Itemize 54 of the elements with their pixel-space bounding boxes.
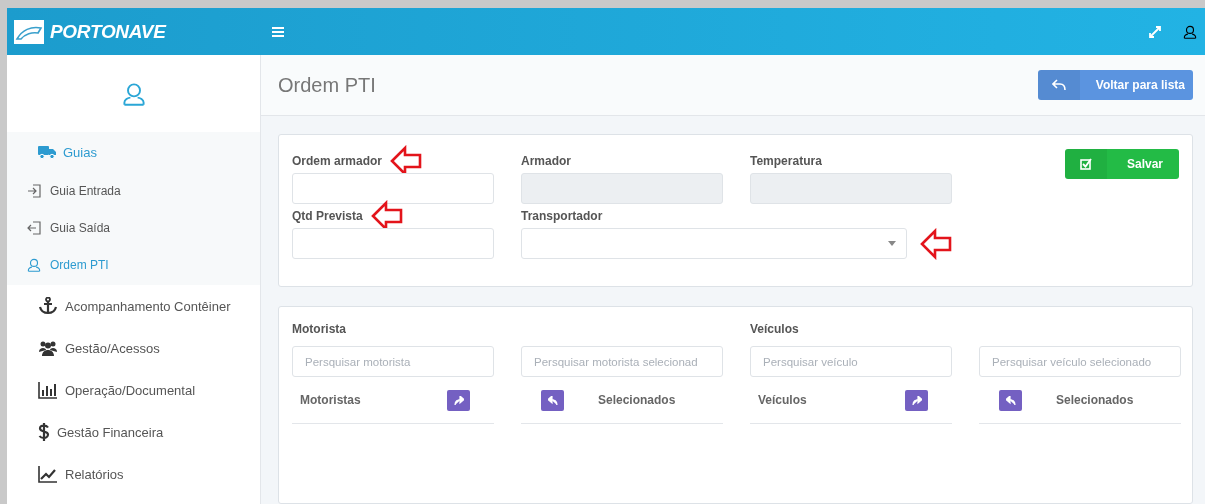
section-label: Motorista (292, 322, 347, 338)
forward-arrow-icon (911, 395, 922, 405)
input-field[interactable] (521, 173, 723, 204)
caret-icon (888, 241, 896, 246)
ship-logo-icon (14, 19, 44, 44)
search-field[interactable]: Persquisar motorista selecionad (521, 346, 723, 377)
login-icon (27, 183, 41, 198)
field-label: Qtd Prevista (292, 209, 363, 223)
user-icon (27, 257, 41, 272)
move-right-button[interactable] (905, 389, 928, 411)
bar-chart-icon (38, 381, 58, 399)
list-heading: Motoristas (300, 393, 361, 407)
sidebar-item[interactable]: Gestão Financeira (7, 411, 260, 453)
list-heading: Selecionados (1056, 393, 1134, 407)
back-arrow-icon (547, 395, 558, 405)
line-chart-icon (38, 465, 58, 483)
field-label: Ordem armador (292, 154, 383, 168)
move-right-button[interactable] (447, 389, 470, 411)
section-label: Veículos (750, 322, 800, 338)
search-field[interactable]: Persquisar motorista (292, 346, 494, 377)
search-field[interactable]: Persquisar veículo selecionado (979, 346, 1181, 377)
submenu-item[interactable]: Guia Entrada (7, 172, 260, 209)
submenu-item[interactable]: Guia Saída (7, 209, 260, 246)
sidebar-item[interactable]: Operação/Documental (7, 369, 260, 411)
sidebar-item[interactable]: Relatórios (7, 453, 260, 495)
truck-icon (38, 145, 56, 159)
input-field[interactable] (292, 228, 494, 259)
field-label: Transportador (521, 209, 603, 223)
input-field[interactable] (292, 173, 494, 204)
user-avatar-icon (121, 81, 146, 106)
search-field[interactable]: Persquisar veículo (750, 346, 952, 377)
checkbox-icon (1079, 158, 1092, 170)
expand-icon (1149, 25, 1161, 38)
dropdown-field[interactable] (521, 228, 907, 259)
menu-icon (272, 26, 284, 37)
forward-arrow-icon (453, 395, 464, 405)
field-label: Temperatura (750, 154, 822, 168)
sidebar-item[interactable]: Acompanhamento Contêiner (7, 285, 260, 327)
move-left-button[interactable] (999, 389, 1022, 411)
dollar-icon (38, 423, 50, 441)
sidebar-item[interactable]: Gestão/Acessos (7, 327, 260, 369)
reply-icon (1051, 79, 1066, 91)
input-field[interactable] (750, 173, 952, 204)
logout-icon (27, 220, 41, 235)
anchor-icon (38, 297, 58, 315)
page-title: Ordem PTI (278, 73, 376, 97)
user-icon (1183, 24, 1197, 39)
move-left-button[interactable] (541, 389, 564, 411)
brand-name: PORTONAVE (50, 20, 166, 43)
field-label: Armador (521, 154, 571, 168)
back-arrow-icon (1005, 395, 1016, 405)
users-icon (38, 340, 58, 356)
list-heading: Selecionados (598, 393, 676, 407)
list-heading: Veículos (758, 393, 807, 407)
